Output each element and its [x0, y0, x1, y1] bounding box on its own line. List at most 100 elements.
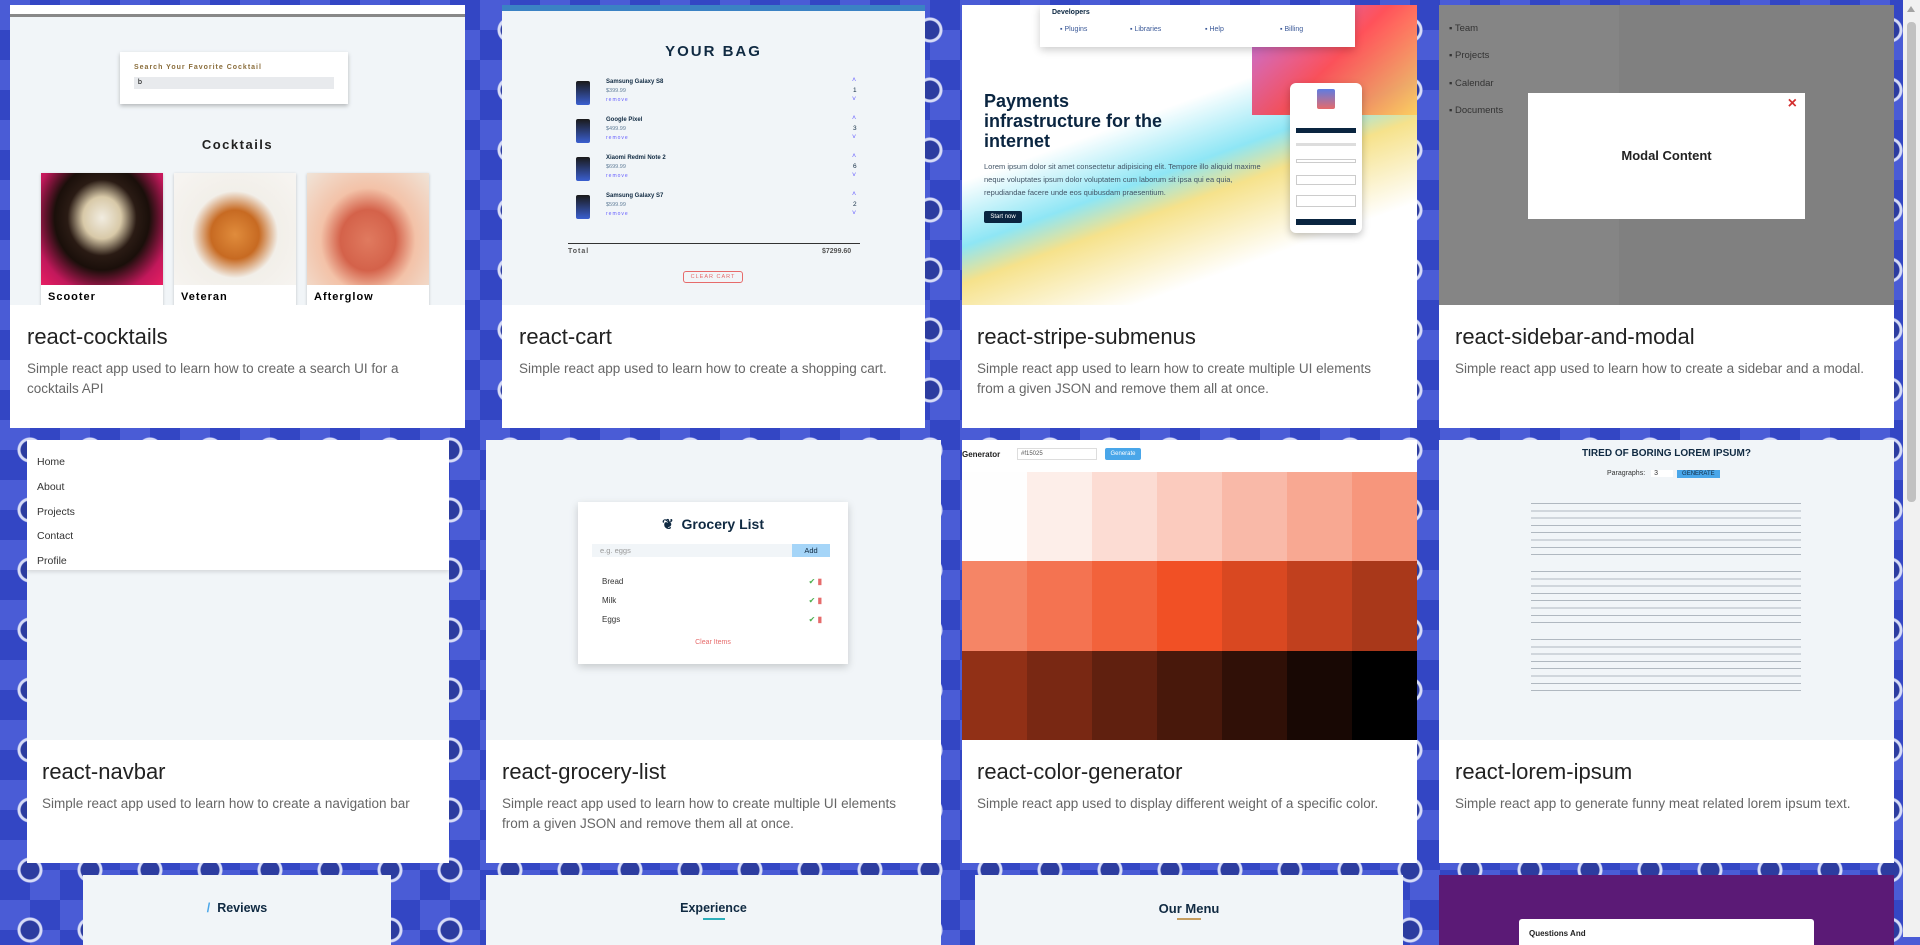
project-card-color-generator[interactable]: Generator #f15025 Generate react-color-g… [962, 440, 1417, 863]
cocktail-card[interactable]: Afterglow [307, 173, 429, 305]
color-swatch[interactable] [1027, 650, 1092, 740]
color-swatch[interactable] [1352, 472, 1417, 562]
navbar-thumbnail: Home About Projects Contact Profile [27, 440, 449, 740]
chevron-up-icon[interactable]: ˄ [852, 153, 856, 160]
color-input[interactable]: #f15025 [1017, 448, 1097, 460]
color-swatch[interactable] [1157, 561, 1222, 651]
project-card-cart[interactable]: YOUR BAG Samsung Galaxy S8 $399.99 remov… [502, 5, 925, 428]
cart-remove-button[interactable]: remove [606, 135, 629, 141]
edit-icon[interactable]: ✔ ▮ [809, 577, 822, 586]
card-title[interactable]: react-lorem-ipsum [1455, 759, 1877, 785]
cart-heading: YOUR BAG [665, 43, 762, 60]
sidebar-link[interactable]: Documents [1455, 105, 1503, 116]
color-swatch[interactable] [962, 472, 1027, 562]
chevron-down-icon[interactable]: ˅ [852, 96, 856, 103]
cart-item: Samsung Galaxy S8 $399.99 remove ˄ 1 ˅ [568, 77, 860, 111]
nav-link[interactable]: About [37, 475, 75, 500]
color-swatch[interactable] [1222, 472, 1287, 562]
card-title[interactable]: react-sidebar-and-modal [1455, 324, 1877, 350]
card-description: Simple react app used to display differe… [977, 796, 1379, 811]
edit-icon[interactable]: ✔ ▮ [809, 596, 822, 605]
chevron-down-icon[interactable]: ˅ [852, 172, 856, 179]
color-swatch[interactable] [1157, 472, 1222, 562]
project-card-navbar[interactable]: Home About Projects Contact Profile reac… [27, 440, 449, 863]
project-card-questions[interactable]: Questions And [1439, 875, 1894, 945]
cart-item-name: Google Pixel [606, 117, 643, 123]
card-title[interactable]: react-navbar [42, 759, 432, 785]
project-card-grocery[interactable]: ❦ Grocery List e.g. eggs Add Bread ✔ ▮ Mi… [486, 440, 941, 863]
scrollbar-thumb[interactable] [1907, 22, 1916, 502]
chevron-up-icon[interactable]: ˄ [852, 191, 856, 198]
card-title[interactable]: react-cocktails [27, 324, 448, 350]
submenu-item[interactable]: Billing [1284, 26, 1303, 33]
nav-link[interactable]: Profile [37, 549, 75, 574]
grocery-add-button[interactable]: Add [792, 544, 830, 557]
clear-items-button[interactable]: Clear Items [578, 639, 848, 646]
paragraphs-input[interactable]: 3 [1651, 470, 1674, 477]
color-swatch[interactable] [1222, 561, 1287, 651]
project-card-lorem[interactable]: TIRED OF BORING LOREM IPSUM? Paragraphs:… [1439, 440, 1894, 863]
chevron-down-icon[interactable]: ˅ [852, 134, 856, 141]
page-scrollbar[interactable] [1903, 0, 1920, 937]
nav-link[interactable]: Projects [37, 500, 75, 525]
grocery-panel: ❦ Grocery List e.g. eggs Add Bread ✔ ▮ Mi… [578, 502, 848, 664]
cart-remove-button[interactable]: remove [606, 97, 629, 103]
cocktail-name: Afterglow [314, 291, 374, 303]
color-swatch[interactable] [1092, 561, 1157, 651]
phone-image [576, 157, 590, 181]
submenu-item[interactable]: Help [1209, 26, 1223, 33]
cart-remove-button[interactable]: remove [606, 173, 629, 179]
chevron-up-icon[interactable]: ˄ [852, 77, 856, 84]
color-swatch[interactable] [962, 561, 1027, 651]
cart-item-name: Xiaomi Redmi Note 2 [606, 155, 666, 161]
edit-icon[interactable]: ✔ ▮ [809, 615, 822, 624]
card-title[interactable]: react-stripe-submenus [977, 324, 1400, 350]
cocktail-search-label: Search Your Favorite Cocktail [134, 64, 262, 71]
chevron-up-icon[interactable]: ˄ [852, 115, 856, 122]
scroll-up-icon[interactable] [1907, 6, 1915, 12]
project-card-cocktails[interactable]: Search Your Favorite Cocktail b Cocktail… [10, 5, 465, 428]
start-now-button[interactable]: Start now [984, 211, 1022, 223]
project-card-sidebar-modal[interactable]: ▪ Team ▪ Projects ▪ Calendar ▪ Documents… [1439, 5, 1894, 428]
color-swatch[interactable] [1287, 561, 1352, 651]
color-swatch[interactable] [962, 650, 1027, 740]
generate-lorem-button[interactable]: GENERATE [1677, 470, 1720, 478]
project-card-menu[interactable]: Our Menu [975, 875, 1403, 945]
nav-link[interactable]: Home [37, 450, 75, 475]
submenu-item[interactable]: Libraries [1134, 26, 1161, 33]
color-swatch[interactable] [1287, 472, 1352, 562]
submenu-item[interactable]: Plugins [1064, 26, 1087, 33]
grocery-input[interactable]: e.g. eggs [592, 544, 792, 557]
color-swatch[interactable] [1157, 650, 1222, 740]
color-swatch[interactable] [1352, 650, 1417, 740]
color-swatch[interactable] [1092, 650, 1157, 740]
card-title[interactable]: react-grocery-list [502, 759, 924, 785]
reviews-heading: Reviews [217, 901, 268, 915]
project-card-experience[interactable]: Experience [486, 875, 941, 945]
sidebar-link[interactable]: Team [1455, 23, 1478, 34]
cart-item-qty: 2 [853, 201, 857, 208]
color-swatch[interactable] [1352, 561, 1417, 651]
generate-button[interactable]: Generate [1105, 448, 1141, 460]
cocktail-search-input[interactable]: b [134, 77, 334, 89]
cart-remove-button[interactable]: remove [606, 211, 629, 217]
card-title[interactable]: react-color-generator [977, 759, 1400, 785]
cart-item-qty: 6 [853, 163, 857, 170]
modal-close-icon[interactable]: × [1788, 95, 1797, 113]
project-card-reviews[interactable]: / Reviews [83, 875, 391, 945]
chevron-down-icon[interactable]: ˅ [852, 210, 856, 217]
color-swatch[interactable] [1287, 650, 1352, 740]
sidebar-link[interactable]: Projects [1455, 50, 1489, 61]
color-swatch[interactable] [1027, 472, 1092, 562]
color-swatch[interactable] [1092, 472, 1157, 562]
nav-link[interactable]: Contact [37, 524, 75, 549]
clear-cart-button[interactable]: CLEAR CART [683, 271, 743, 283]
color-swatch[interactable] [1027, 561, 1092, 651]
project-card-stripe[interactable]: Developers ▪ Plugins ▪ Libraries ▪ Help … [962, 5, 1417, 428]
card-title[interactable]: react-cart [519, 324, 908, 350]
card-description: Simple react app used to learn how to cr… [42, 796, 410, 811]
cocktail-card[interactable]: Scooter [41, 173, 163, 305]
color-swatch[interactable] [1222, 650, 1287, 740]
sidebar-link[interactable]: Calendar [1455, 78, 1494, 89]
cocktail-card[interactable]: Veteran [174, 173, 296, 305]
